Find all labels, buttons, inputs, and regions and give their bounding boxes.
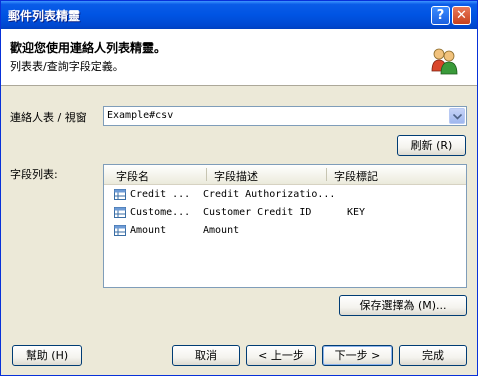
fields-label: 字段列表:: [10, 168, 58, 181]
field-description: Amount: [203, 225, 240, 236]
people-icon: [431, 48, 458, 75]
field-name: Custome...: [130, 207, 191, 218]
header-title: 歡迎您使用連絡人列表精靈。: [10, 41, 167, 55]
column-divider[interactable]: [206, 168, 207, 181]
save-selection-button[interactable]: 保存選擇為 (M)...: [339, 295, 467, 316]
title-bar: 郵件列表精靈 ? ✕: [1, 1, 477, 29]
cancel-button[interactable]: 取消: [172, 345, 240, 366]
column-header-description[interactable]: 字段描述: [214, 168, 258, 184]
field-name: Amount: [130, 225, 167, 236]
source-select-value: Example#csv: [107, 110, 174, 121]
next-button[interactable]: 下一步 >: [322, 345, 393, 366]
column-divider[interactable]: [326, 168, 327, 181]
field-name: Credit ...: [130, 189, 191, 200]
field-description: Credit Authorizatio...: [203, 189, 336, 200]
fields-list-header: 字段名 字段描述 字段標記: [104, 165, 466, 185]
header-subtitle: 列表表/查詢字段定義。: [10, 60, 124, 73]
help-title-button[interactable]: ?: [431, 6, 450, 25]
table-field-icon: [114, 225, 126, 236]
refresh-button[interactable]: 刷新 (R): [397, 135, 466, 156]
column-header-tag[interactable]: 字段標記: [334, 168, 378, 184]
window-title: 郵件列表精靈: [8, 9, 81, 23]
table-row[interactable]: Amount Amount: [104, 223, 466, 240]
table-field-icon: [114, 189, 126, 200]
source-label: 連絡人表 / 視窗: [10, 111, 87, 124]
wizard-header: 歡迎您使用連絡人列表精靈。 列表表/查詢字段定義。: [1, 29, 477, 86]
table-field-icon: [114, 207, 126, 218]
column-header-name[interactable]: 字段名: [116, 168, 149, 184]
back-button[interactable]: < 上一步: [246, 345, 316, 366]
help-button[interactable]: 幫助 (H): [12, 345, 82, 366]
finish-button[interactable]: 完成: [399, 345, 467, 366]
field-tag: KEY: [347, 207, 366, 218]
fields-list[interactable]: 字段名 字段描述 字段標記 Credit ... Credit Authoriz…: [103, 164, 467, 288]
close-button[interactable]: ✕: [452, 6, 471, 25]
table-row[interactable]: Custome... Customer Credit ID KEY: [104, 205, 466, 222]
wizard-window: 郵件列表精靈 ? ✕ 歡迎您使用連絡人列表精靈。 列表表/查詢字段定義。 連絡人…: [0, 0, 478, 376]
chevron-down-icon[interactable]: [449, 108, 465, 124]
source-select[interactable]: Example#csv: [103, 106, 467, 126]
table-row[interactable]: Credit ... Credit Authorizatio...: [104, 187, 466, 204]
field-description: Customer Credit ID: [203, 207, 312, 218]
